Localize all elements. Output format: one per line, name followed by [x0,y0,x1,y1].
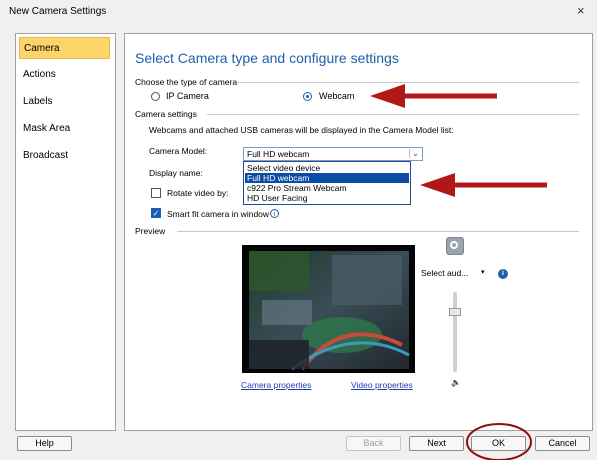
ok-button[interactable]: OK [471,436,526,451]
back-button[interactable]: Back [346,436,401,451]
annotation-arrowhead [370,84,405,108]
help-button[interactable]: Help [17,436,72,451]
cancel-button[interactable]: Cancel [535,436,590,451]
annotation-arrowhead [420,173,455,197]
next-button[interactable]: Next [409,436,464,451]
annotation-overlay [370,84,547,460]
